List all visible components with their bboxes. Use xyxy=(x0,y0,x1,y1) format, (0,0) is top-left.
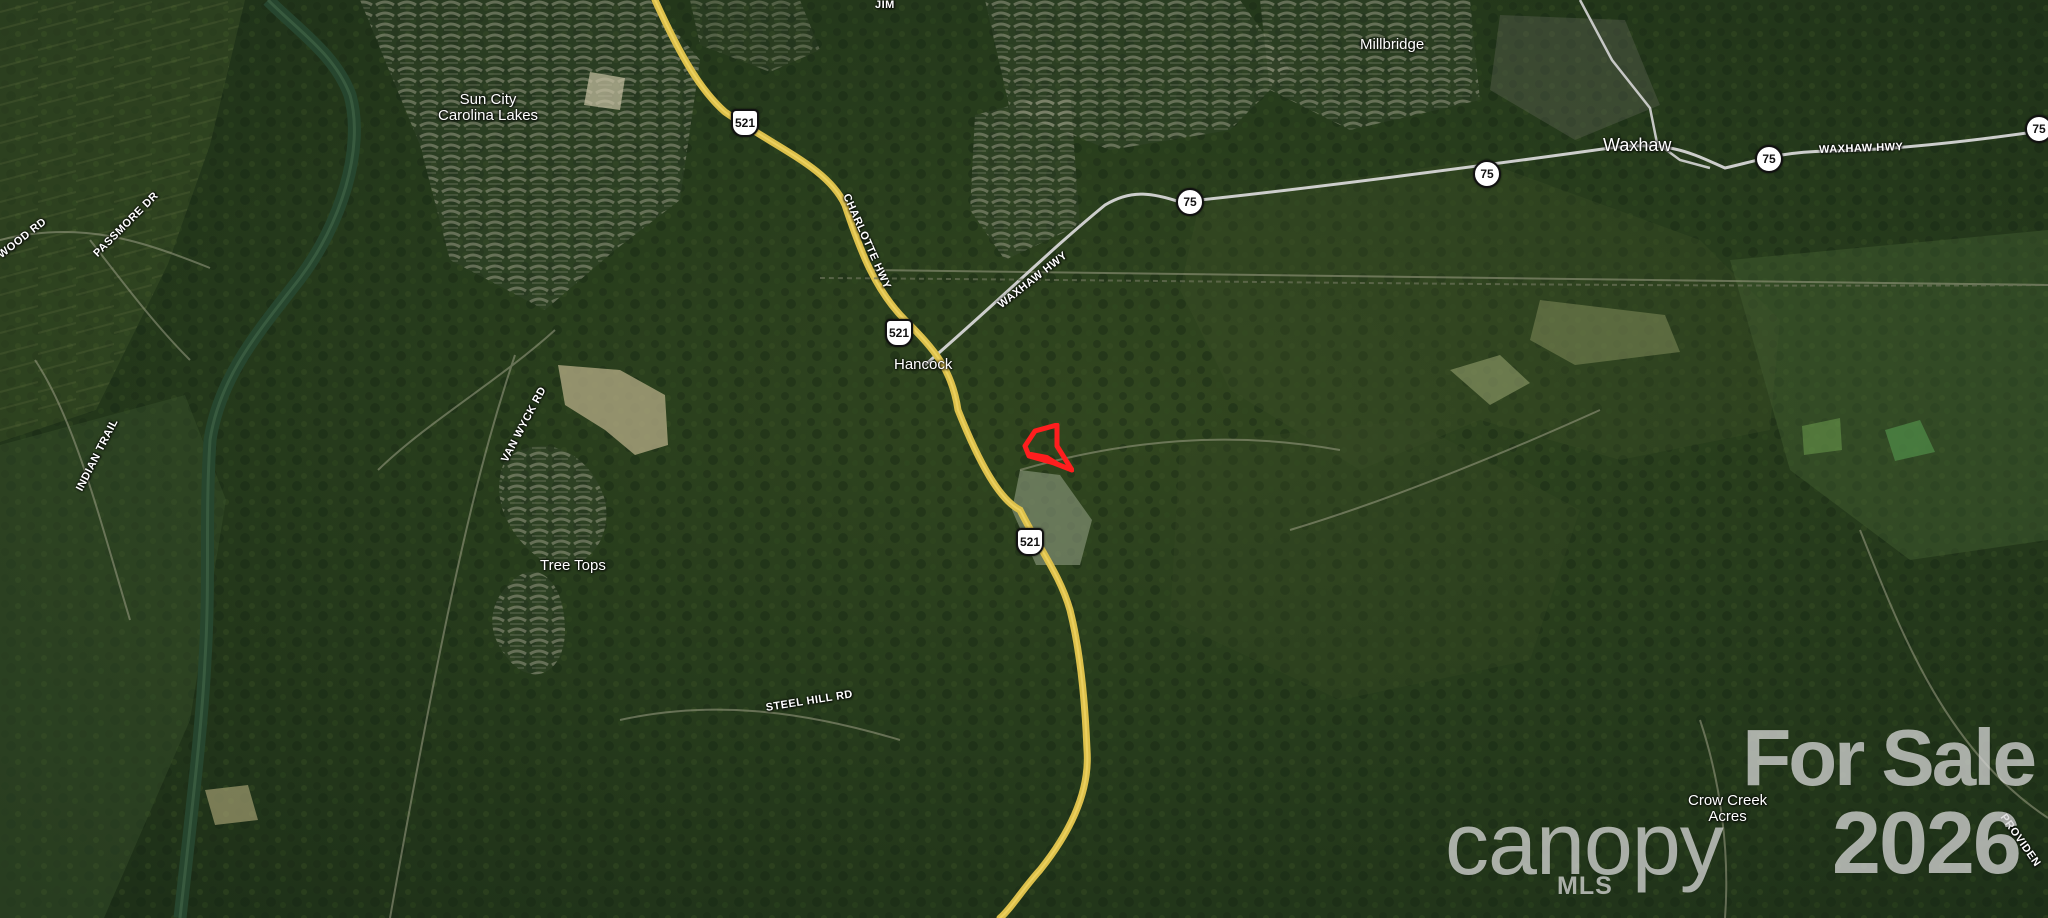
nc-75-shield-1: 75 xyxy=(1176,188,1204,216)
place-label-hancock: Hancock xyxy=(894,356,953,373)
place-label-sun-city: Sun City Carolina Lakes xyxy=(438,91,539,124)
nc-75-shield-3: 75 xyxy=(1755,145,1783,173)
nc-75-shield-2: 75 xyxy=(1473,160,1501,188)
road-label-jim: JIM xyxy=(875,0,895,11)
watermark-mls: MLS xyxy=(1557,872,1613,900)
us-521-shield-middle: 521 xyxy=(885,319,913,347)
us-521-shield-top: 521 xyxy=(731,109,759,137)
nc-75-shield-4: 75 xyxy=(2025,115,2048,143)
selected-parcel-outline[interactable] xyxy=(1022,423,1074,481)
watermark-for-sale: For Sale xyxy=(1742,713,2037,802)
place-label-waxhaw: Waxhaw xyxy=(1603,135,1672,155)
place-label-millbridge: Millbridge xyxy=(1360,36,1425,53)
place-label-tree-tops: Tree Tops xyxy=(540,557,606,574)
watermark-year: 2026 xyxy=(1832,793,2022,892)
satellite-map[interactable]: Sun City Carolina Lakes Millbridge Waxha… xyxy=(0,0,2048,918)
us-521-shield-bottom: 521 xyxy=(1016,528,1044,556)
